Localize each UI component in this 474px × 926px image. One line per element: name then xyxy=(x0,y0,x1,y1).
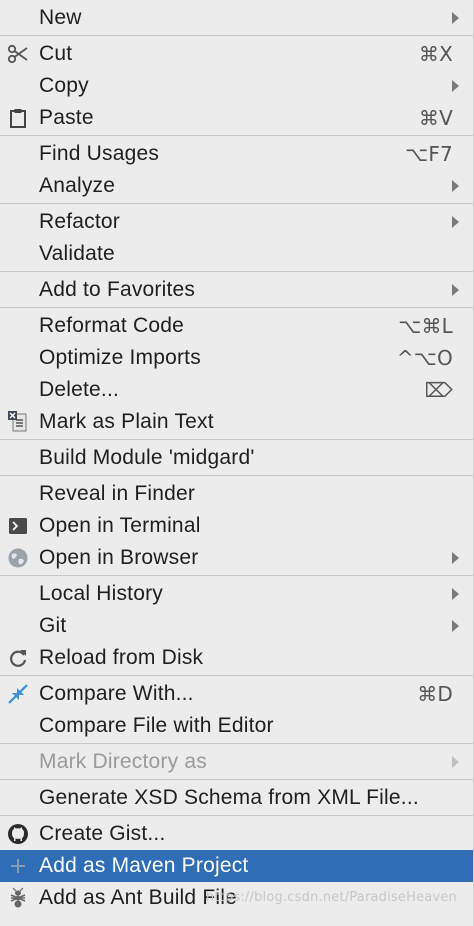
menu-item-compare-file-with-editor[interactable]: Compare File with Editor xyxy=(0,710,473,742)
plus-icon xyxy=(6,854,30,878)
menu-item-create-gist[interactable]: Create Gist... xyxy=(0,818,473,850)
menu-item-label: Compare File with Editor xyxy=(39,714,274,737)
menu-item-label: Mark Directory as xyxy=(39,750,207,773)
menu-item-refactor[interactable]: Refactor xyxy=(0,206,473,238)
shortcut-label: ^⌥O xyxy=(396,346,453,370)
menu-item-label: Copy xyxy=(39,74,89,97)
menu-item-label: Find Usages xyxy=(39,142,160,165)
menu-item-label: Paste xyxy=(39,106,94,129)
menu-item-reformat-code[interactable]: Reformat Code ⌥⌘L xyxy=(0,310,473,342)
submenu-arrow-icon xyxy=(452,620,459,632)
menu-item-local-history[interactable]: Local History xyxy=(0,578,473,610)
clipboard-icon xyxy=(6,106,30,130)
menu-item-label: Open in Browser xyxy=(39,546,199,569)
menu-item-label: Add to Favorites xyxy=(39,278,196,301)
menu-item-label: Git xyxy=(39,614,67,637)
reload-icon xyxy=(6,646,30,670)
menu-item-label: Delete... xyxy=(39,378,120,401)
menu-item-label: Cut xyxy=(39,42,73,65)
menu-item-cut[interactable]: Cut ⌘X xyxy=(0,38,473,70)
menu-item-label: Add as Maven Project xyxy=(39,854,249,877)
submenu-arrow-icon xyxy=(452,216,459,228)
menu-item-label: Compare With... xyxy=(39,682,194,705)
menu-item-label: Local History xyxy=(39,582,163,605)
submenu-arrow-icon xyxy=(452,12,459,24)
menu-item-analyze[interactable]: Analyze xyxy=(0,170,473,202)
shortcut-label: ⌥⌘L xyxy=(398,314,453,338)
globe-icon xyxy=(6,546,30,570)
scissors-icon xyxy=(6,42,30,66)
menu-item-optimize-imports[interactable]: Optimize Imports ^⌥O xyxy=(0,342,473,374)
menu-item-reveal-in-finder[interactable]: Reveal in Finder xyxy=(0,478,473,510)
menu-item-label: New xyxy=(39,6,82,29)
menu-item-git[interactable]: Git xyxy=(0,610,473,642)
submenu-arrow-icon xyxy=(452,180,459,192)
menu-item-find-usages[interactable]: Find Usages ⌥F7 xyxy=(0,138,473,170)
menu-item-label: Mark as Plain Text xyxy=(39,410,214,433)
submenu-arrow-icon xyxy=(452,80,459,92)
menu-item-label: Generate XSD Schema from XML File... xyxy=(39,786,419,809)
menu-item-add-to-favorites[interactable]: Add to Favorites xyxy=(0,274,473,306)
menu-item-reload-from-disk[interactable]: Reload from Disk xyxy=(0,642,473,674)
watermark-text: https://blog.csdn.net/ParadiseHeaven xyxy=(205,890,457,905)
menu-item-mark-as-plain-text[interactable]: Mark as Plain Text xyxy=(0,406,473,438)
shortcut-label: ⌘D xyxy=(417,682,453,706)
submenu-arrow-icon xyxy=(452,756,459,768)
menu-item-label: Reload from Disk xyxy=(39,646,204,669)
menu-item-open-in-terminal[interactable]: Open in Terminal xyxy=(0,510,473,542)
menu-item-label: Reformat Code xyxy=(39,314,184,337)
menu-item-generate-xsd[interactable]: Generate XSD Schema from XML File... xyxy=(0,782,473,814)
menu-item-paste[interactable]: Paste ⌘V xyxy=(0,102,473,134)
menu-item-delete[interactable]: Delete... ⌦ xyxy=(0,374,473,406)
menu-item-label: Build Module 'midgard' xyxy=(39,446,255,469)
submenu-arrow-icon xyxy=(452,284,459,296)
github-icon xyxy=(6,822,30,846)
ant-icon xyxy=(6,886,30,910)
menu-item-label: Create Gist... xyxy=(39,822,166,845)
menu-item-build-module[interactable]: Build Module 'midgard' xyxy=(0,442,473,474)
menu-item-new[interactable]: New xyxy=(0,2,473,34)
shortcut-label: ⌘X xyxy=(418,42,453,66)
shortcut-label: ⌥F7 xyxy=(405,142,453,166)
menu-item-label: Open in Terminal xyxy=(39,514,201,537)
compare-arrows-icon xyxy=(6,682,30,706)
menu-item-label: Refactor xyxy=(39,210,120,233)
menu-item-open-in-browser[interactable]: Open in Browser xyxy=(0,542,473,574)
plain-text-file-icon xyxy=(6,410,30,434)
menu-item-label: Analyze xyxy=(39,174,116,197)
menu-item-mark-directory-as: Mark Directory as xyxy=(0,746,473,778)
menu-item-label: Validate xyxy=(39,242,115,265)
menu-item-label: Optimize Imports xyxy=(39,346,201,369)
shortcut-label: ⌦ xyxy=(424,378,453,402)
submenu-arrow-icon xyxy=(452,552,459,564)
submenu-arrow-icon xyxy=(452,588,459,600)
menu-item-add-as-ant-build-file[interactable]: Add as Ant Build File https://blog.csdn.… xyxy=(0,882,473,914)
menu-item-copy[interactable]: Copy xyxy=(0,70,473,102)
shortcut-label: ⌘V xyxy=(418,106,453,130)
context-menu: New Cut ⌘X Copy Paste ⌘V Find Usages ⌥F7… xyxy=(0,0,474,926)
menu-item-validate[interactable]: Validate xyxy=(0,238,473,270)
menu-item-label: Reveal in Finder xyxy=(39,482,196,505)
menu-item-compare-with[interactable]: Compare With... ⌘D xyxy=(0,678,473,710)
terminal-icon xyxy=(6,514,30,538)
menu-item-add-as-maven-project[interactable]: Add as Maven Project xyxy=(0,850,473,882)
